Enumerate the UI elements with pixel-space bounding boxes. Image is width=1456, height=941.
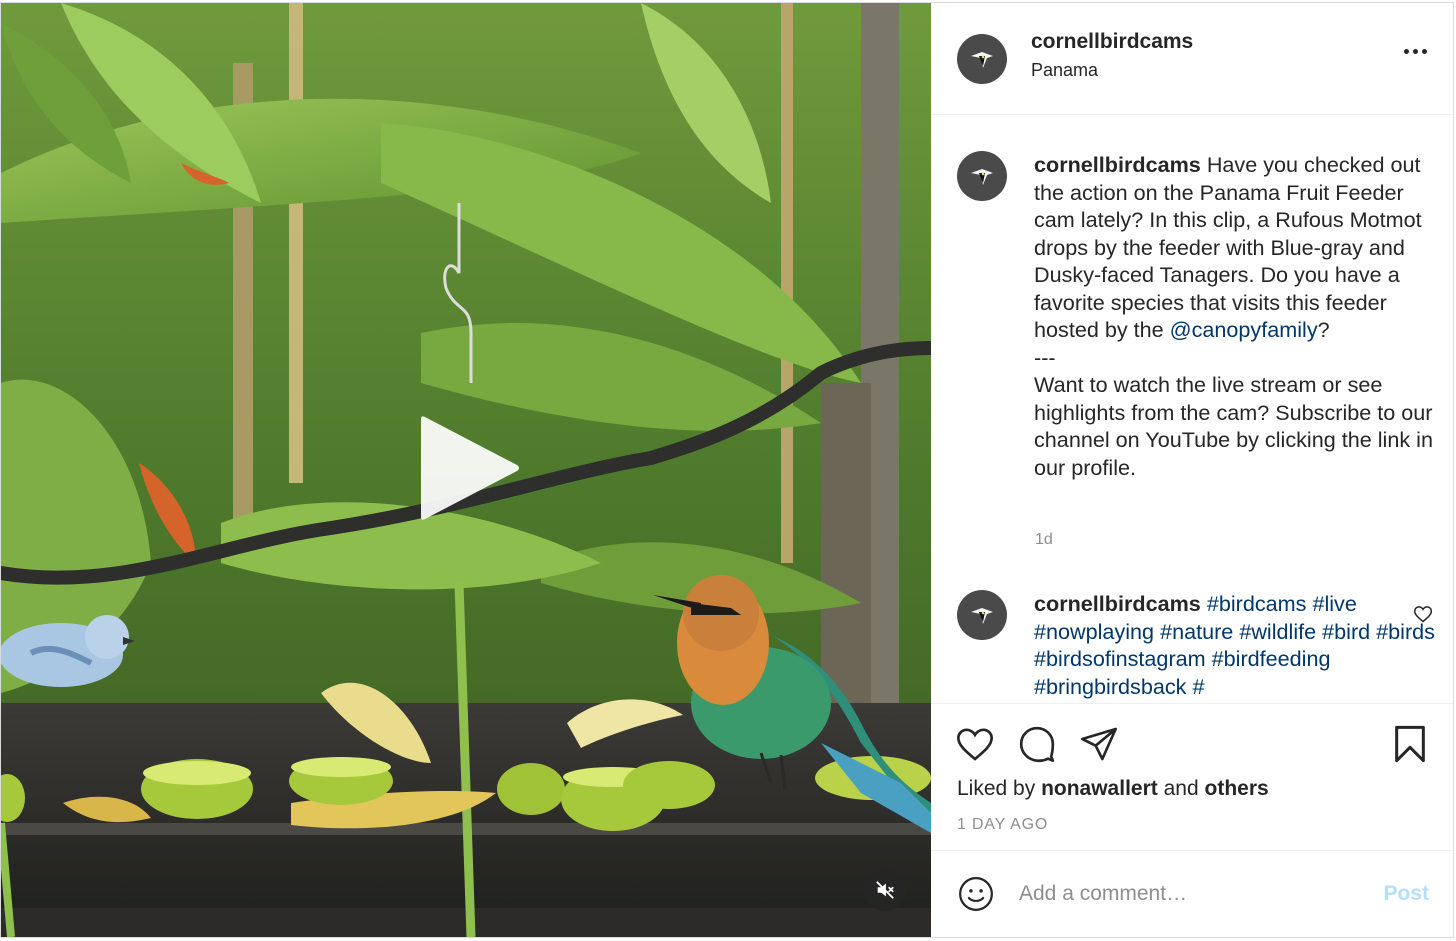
caption-username[interactable]: cornellbirdcams	[1034, 152, 1201, 177]
comment: cornellbirdcams #birdcams #live #nowplay…	[957, 590, 1437, 700]
hashtag-link[interactable]: #nowplaying	[1034, 619, 1154, 644]
caption-separator: ---	[1034, 344, 1056, 370]
comment-text: cornellbirdcams #birdcams #live #nowplay…	[1034, 590, 1437, 700]
caption-body: Have you checked out the action on the P…	[1034, 152, 1422, 342]
post-header: cornellbirdcams Panama	[931, 3, 1453, 115]
avatar[interactable]	[957, 590, 1007, 640]
caption-timestamp[interactable]: 1d	[1035, 531, 1053, 549]
hashtag-link[interactable]: #wildlife	[1239, 619, 1316, 644]
heart-icon[interactable]	[955, 724, 995, 764]
hashtag-link[interactable]: #nature	[1160, 619, 1233, 644]
post-dialog: cornellbirdcams Panama cornellbirdcams H…	[0, 2, 1454, 938]
bird-logo-icon	[971, 51, 993, 68]
comments-section: cornellbirdcams Have you checked out the…	[931, 115, 1453, 703]
avatar[interactable]	[957, 151, 1007, 201]
comment-composer: Post	[931, 850, 1453, 937]
comment-icon[interactable]	[1017, 724, 1057, 764]
more-options-icon[interactable]	[1404, 49, 1427, 54]
liked-by-and: and	[1163, 777, 1199, 800]
post-comment-button[interactable]: Post	[1383, 882, 1429, 906]
muted-speaker-icon	[876, 881, 894, 899]
comment-input[interactable]	[1019, 882, 1349, 906]
bird-logo-icon	[971, 169, 993, 185]
mute-toggle-button[interactable]	[864, 869, 906, 911]
caption-body-2: Want to watch the live stream or see hig…	[1034, 372, 1433, 480]
caption-text: cornellbirdcams Have you checked out the…	[1034, 151, 1437, 481]
caption-body-end: ?	[1317, 317, 1330, 342]
hashtag-link[interactable]: #birdfeeding	[1212, 646, 1331, 671]
avatar[interactable]	[957, 33, 1007, 84]
hashtag-link[interactable]: #birdsofinstagram	[1034, 646, 1206, 671]
liked-by-others[interactable]: others	[1205, 777, 1269, 800]
emoji-icon[interactable]	[957, 875, 995, 913]
caption: cornellbirdcams Have you checked out the…	[957, 151, 1437, 481]
liked-by-text: Liked by nonawallert and others	[957, 777, 1269, 801]
play-icon[interactable]	[419, 413, 523, 523]
header-location[interactable]: Panama	[1031, 60, 1193, 81]
liked-by-user[interactable]: nonawallert	[1041, 777, 1158, 800]
post-video[interactable]	[1, 3, 931, 937]
hashtag-link[interactable]: #birdcams	[1207, 591, 1307, 616]
post-time-ago[interactable]: 1 DAY AGO	[957, 816, 1048, 834]
comment-like-heart-icon[interactable]	[1413, 604, 1433, 624]
liked-by-prefix: Liked by	[957, 777, 1036, 800]
mention-link[interactable]: @canopyfamily	[1170, 317, 1318, 342]
action-bar: Liked by nonawallert and others 1 DAY AG…	[931, 703, 1453, 850]
comment-username[interactable]: cornellbirdcams	[1034, 591, 1201, 616]
header-username[interactable]: cornellbirdcams	[1031, 30, 1193, 54]
bookmark-icon[interactable]	[1391, 724, 1429, 764]
hashtag-link[interactable]: #	[1192, 674, 1204, 699]
hashtag-link[interactable]: #live	[1312, 591, 1356, 616]
hashtag-link[interactable]: #bringbirdsback	[1034, 674, 1186, 699]
paper-plane-icon[interactable]	[1079, 724, 1119, 764]
hashtag-link[interactable]: #bird	[1322, 619, 1370, 644]
post-side-panel: cornellbirdcams Panama cornellbirdcams H…	[931, 3, 1453, 937]
bird-logo-icon	[971, 608, 993, 624]
